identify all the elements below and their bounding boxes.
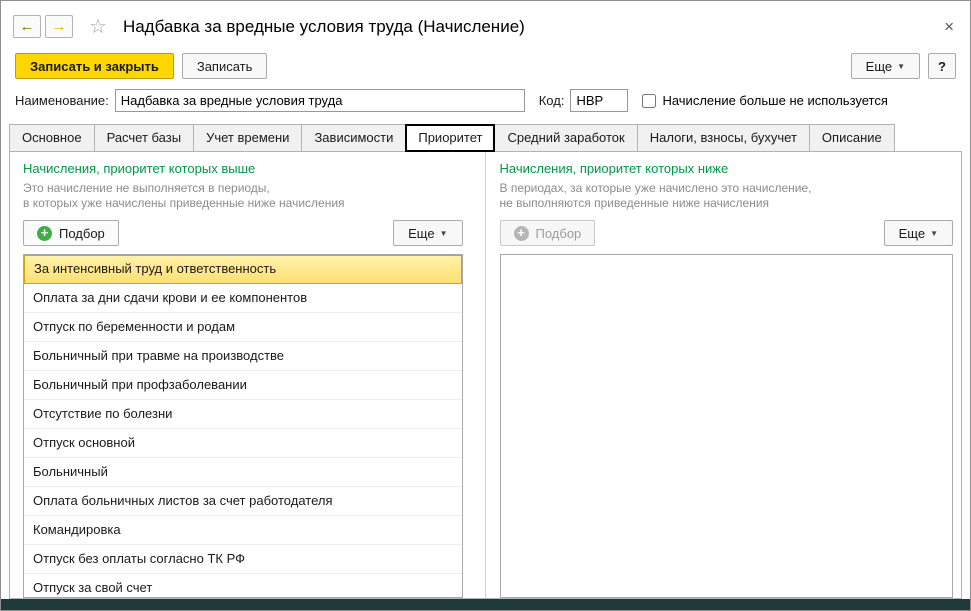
bottom-strip xyxy=(1,599,970,610)
close-icon[interactable]: × xyxy=(944,18,954,35)
header-fields: Наименование: Код: Начисление больше не … xyxy=(1,89,970,122)
tab-uchet-vremeni[interactable]: Учет времени xyxy=(193,124,302,152)
pick-button-left-label: Подбор xyxy=(59,226,105,241)
list-item[interactable]: Оплата за дни сдачи крови и ее компонент… xyxy=(24,284,462,313)
list-item[interactable]: Больничный xyxy=(24,458,462,487)
list-item[interactable]: За интенсивный труд и ответственность xyxy=(24,255,462,284)
chevron-down-icon: ▼ xyxy=(930,229,938,238)
tab-zavisimosti[interactable]: Зависимости xyxy=(301,124,406,152)
list-item[interactable]: Командировка xyxy=(24,516,462,545)
lower-priority-actions: + Подбор Еще ▼ xyxy=(500,220,954,246)
more-button-right[interactable]: Еще ▼ xyxy=(884,220,953,246)
window: ← → ☆ Надбавка за вредные условия труда … xyxy=(0,0,971,611)
pick-button-left[interactable]: + Подбор xyxy=(23,220,119,246)
more-button-left[interactable]: Еще ▼ xyxy=(393,220,462,246)
list-item[interactable]: Отпуск без оплаты согласно ТК РФ xyxy=(24,545,462,574)
tab-nalogi-vznosy[interactable]: Налоги, взносы, бухучет xyxy=(637,124,810,152)
chevron-down-icon: ▼ xyxy=(897,62,905,71)
back-arrow-icon: ← xyxy=(20,18,35,35)
more-button-left-label: Еще xyxy=(408,226,434,241)
higher-priority-header: Начисления, приоритет которых выше xyxy=(23,161,463,176)
tab-opisanie[interactable]: Описание xyxy=(809,124,895,152)
not-used-checkbox[interactable] xyxy=(642,94,656,108)
page-title: Надбавка за вредные условия труда (Начис… xyxy=(123,17,525,37)
not-used-label: Начисление больше не используется xyxy=(662,93,887,108)
list-item[interactable]: Отпуск основной xyxy=(24,429,462,458)
list-item[interactable]: Больничный при травме на производстве xyxy=(24,342,462,371)
priority-tab-page: Начисления, приоритет которых выше Это н… xyxy=(9,151,962,599)
list-item[interactable]: Больничный при профзаболевании xyxy=(24,371,462,400)
lower-priority-header: Начисления, приоритет которых ниже xyxy=(500,161,954,176)
forward-button[interactable]: → xyxy=(45,15,73,38)
list-item[interactable]: Оплата больничных листов за счет работод… xyxy=(24,487,462,516)
tab-sredniy-zarabotok[interactable]: Средний заработок xyxy=(494,124,637,152)
favorite-star-icon[interactable]: ☆ xyxy=(89,14,107,39)
code-label: Код: xyxy=(539,93,565,108)
list-item[interactable]: Отсутствие по болезни xyxy=(24,400,462,429)
name-label: Наименование: xyxy=(15,93,109,108)
tab-bar: Основное Расчет базы Учет времени Зависи… xyxy=(9,124,962,152)
lower-priority-description: В периодах, за которые уже начислено это… xyxy=(500,181,954,211)
forward-arrow-icon: → xyxy=(52,18,67,35)
lower-priority-list[interactable] xyxy=(500,254,954,598)
higher-priority-list: За интенсивный труд и ответственность Оп… xyxy=(23,254,463,598)
list-item[interactable]: Отпуск по беременности и родам xyxy=(24,313,462,342)
titlebar: ← → ☆ Надбавка за вредные условия труда … xyxy=(1,1,970,47)
save-button[interactable]: Записать xyxy=(182,53,268,79)
pick-button-right-disabled: + Подбор xyxy=(500,220,596,246)
tab-raschet-bazy[interactable]: Расчет базы xyxy=(94,124,195,152)
save-and-close-button[interactable]: Записать и закрыть xyxy=(15,53,174,79)
back-button[interactable]: ← xyxy=(13,15,41,38)
list-item[interactable]: Отпуск за свой счет xyxy=(24,574,462,598)
more-button-label: Еще xyxy=(866,59,892,74)
tab-prioritet[interactable]: Приоритет xyxy=(405,124,495,152)
lower-priority-panel: Начисления, приоритет которых ниже В пер… xyxy=(486,152,962,598)
help-button[interactable]: ? xyxy=(928,53,956,79)
higher-priority-panel: Начисления, приоритет которых выше Это н… xyxy=(10,152,486,598)
command-bar: Записать и закрыть Записать Еще ▼ ? xyxy=(1,47,970,89)
pick-button-right-label: Подбор xyxy=(536,226,582,241)
name-input[interactable] xyxy=(115,89,525,112)
tab-osnovnoe[interactable]: Основное xyxy=(9,124,95,152)
more-button[interactable]: Еще ▼ xyxy=(851,53,920,79)
plus-circle-icon: + xyxy=(514,226,529,241)
code-input[interactable] xyxy=(570,89,628,112)
plus-circle-icon: + xyxy=(37,226,52,241)
higher-priority-description: Это начисление не выполняется в периоды,… xyxy=(23,181,463,211)
chevron-down-icon: ▼ xyxy=(440,229,448,238)
higher-priority-actions: + Подбор Еще ▼ xyxy=(23,220,463,246)
more-button-right-label: Еще xyxy=(899,226,925,241)
